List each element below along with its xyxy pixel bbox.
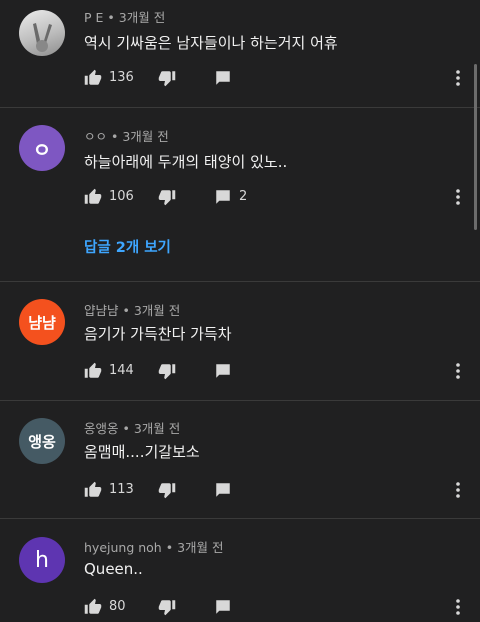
thumbs-down-icon[interactable] xyxy=(158,69,176,87)
avatar[interactable]: h xyxy=(19,537,65,583)
comment-text: 음기가 가득찬다 가득차 xyxy=(84,325,232,343)
comment-text: 역시 기싸움은 남자들이나 하는거지 어휴 xyxy=(84,34,338,52)
comment-meta: hyejung noh • 3개월 전 xyxy=(84,537,224,556)
view-replies-link[interactable]: 답글 2개 보기 xyxy=(84,236,171,257)
more-vert-icon[interactable] xyxy=(454,188,462,206)
avatar[interactable]: 앵옹 xyxy=(19,418,65,464)
like-count: 106 xyxy=(109,189,134,204)
comment-time[interactable]: 3개월 전 xyxy=(134,421,180,436)
reply-icon[interactable] xyxy=(214,598,232,616)
thumbs-up-icon[interactable] xyxy=(84,69,102,87)
reply-icon[interactable] xyxy=(214,188,232,206)
comment-text: 하늘아래에 두개의 태양이 있노.. xyxy=(84,153,288,171)
more-vert-icon[interactable] xyxy=(454,362,462,380)
comment-time[interactable]: 3개월 전 xyxy=(134,303,180,318)
more-vert-icon[interactable] xyxy=(454,69,462,87)
reply-count: 2 xyxy=(239,189,248,204)
meta-separator: • xyxy=(122,421,130,436)
reply-icon[interactable] xyxy=(214,362,232,380)
like-count: 113 xyxy=(109,482,134,497)
like-count: 144 xyxy=(109,363,134,378)
comment-text: Queen.. xyxy=(84,560,143,578)
comment-meta: 얍냠냠 • 3개월 전 xyxy=(84,300,180,319)
thumbs-down-icon[interactable] xyxy=(158,481,176,499)
comment-divider xyxy=(0,400,480,401)
comment-actions: 106 2 xyxy=(84,185,480,209)
avatar[interactable]: ㅇ xyxy=(19,125,65,171)
thumbs-down-icon[interactable] xyxy=(158,188,176,206)
comment-actions: 80 xyxy=(84,595,480,619)
thumbs-up-icon[interactable] xyxy=(84,598,102,616)
comment-time[interactable]: 3개월 전 xyxy=(177,540,223,555)
comment-meta: 옹앵옹 • 3개월 전 xyxy=(84,418,180,437)
like-count: 136 xyxy=(109,70,134,85)
avatar[interactable]: 냠냠 xyxy=(19,299,65,345)
comment-meta: ㅇㅇ • 3개월 전 xyxy=(84,126,169,145)
like-count: 80 xyxy=(109,599,126,614)
more-vert-icon[interactable] xyxy=(454,598,462,616)
comment-actions: 136 xyxy=(84,66,480,90)
comment-author[interactable]: P E xyxy=(84,10,103,25)
more-vert-icon[interactable] xyxy=(454,481,462,499)
thumbs-down-icon[interactable] xyxy=(158,598,176,616)
thumbs-up-icon[interactable] xyxy=(84,362,102,380)
comment-divider xyxy=(0,281,480,282)
meta-separator: • xyxy=(111,129,119,144)
avatar-photo-icon xyxy=(33,23,52,52)
comment-actions: 144 xyxy=(84,359,480,383)
comment-divider xyxy=(0,107,480,108)
comment-text: 옴맴매....기갈보소 xyxy=(84,443,200,461)
meta-separator: • xyxy=(107,10,115,25)
comment-time[interactable]: 3개월 전 xyxy=(119,10,165,25)
meta-separator: • xyxy=(165,540,174,555)
avatar[interactable] xyxy=(19,10,65,56)
thumbs-up-icon[interactable] xyxy=(84,481,102,499)
comment-author[interactable]: hyejung noh xyxy=(84,540,162,555)
reply-icon[interactable] xyxy=(214,69,232,87)
comments-list: P E • 3개월 전 역시 기싸움은 남자들이나 하는거지 어휴 136 ㅇ … xyxy=(0,0,480,622)
comment-author[interactable]: 얍냠냠 xyxy=(84,303,119,318)
reply-icon[interactable] xyxy=(214,481,232,499)
comment-time[interactable]: 3개월 전 xyxy=(122,129,168,144)
scrollbar[interactable] xyxy=(474,64,477,230)
comment-author[interactable]: ㅇㅇ xyxy=(84,129,107,144)
meta-separator: • xyxy=(122,303,130,318)
thumbs-up-icon[interactable] xyxy=(84,188,102,206)
comment-actions: 113 xyxy=(84,478,480,502)
comment-author[interactable]: 옹앵옹 xyxy=(84,421,119,436)
comment-divider xyxy=(0,518,480,519)
comment-meta: P E • 3개월 전 xyxy=(84,7,165,26)
thumbs-down-icon[interactable] xyxy=(158,362,176,380)
